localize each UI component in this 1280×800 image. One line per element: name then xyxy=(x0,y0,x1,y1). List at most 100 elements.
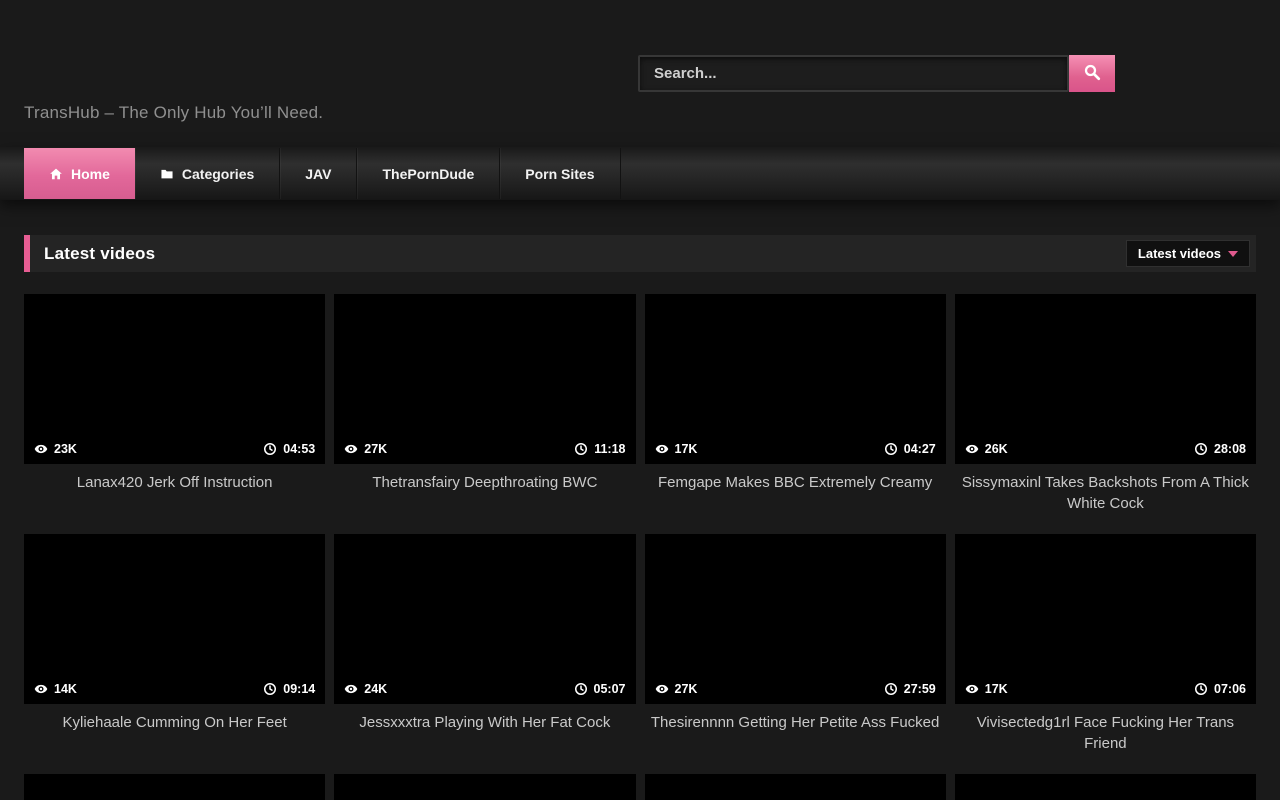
eye-icon xyxy=(344,442,358,456)
video-card[interactable]: 26K 28:08 Sissymaxinl Takes Backshots Fr… xyxy=(955,294,1256,520)
main-content: Latest videos Latest videos 23K xyxy=(0,235,1280,800)
views-group: 17K xyxy=(655,442,698,456)
search-button[interactable] xyxy=(1069,55,1115,92)
duration-group: 05:07 xyxy=(574,682,626,696)
video-meta-bar: 17K 07:06 xyxy=(955,674,1256,704)
duration-group: 07:06 xyxy=(1194,682,1246,696)
video-thumbnail[interactable] xyxy=(334,774,635,800)
video-title[interactable]: Femgape Makes BBC Extremely Creamy xyxy=(645,472,946,520)
video-thumbnail[interactable]: 14K 09:14 xyxy=(24,534,325,704)
video-card[interactable] xyxy=(334,774,635,800)
duration-group: 28:08 xyxy=(1194,442,1246,456)
nav-item-theporndude[interactable]: ThePornDude xyxy=(357,148,500,199)
video-card[interactable]: 17K 04:27 Femgape Makes BBC Extremely Cr… xyxy=(645,294,946,520)
video-thumbnail[interactable]: 23K 04:53 xyxy=(24,294,325,464)
duration-label: 28:08 xyxy=(1214,442,1246,456)
search-input[interactable] xyxy=(638,55,1069,92)
duration-label: 09:14 xyxy=(283,682,315,696)
nav-item-categories[interactable]: Categories xyxy=(135,148,280,199)
video-card[interactable] xyxy=(955,774,1256,800)
video-card[interactable] xyxy=(645,774,946,800)
video-title[interactable]: Vivisectedg1rl Face Fucking Her Trans Fr… xyxy=(955,712,1256,760)
clock-icon xyxy=(884,442,898,456)
section-header: Latest videos Latest videos xyxy=(24,235,1256,272)
eye-icon xyxy=(344,682,358,696)
eye-icon xyxy=(965,442,979,456)
clock-icon xyxy=(574,682,588,696)
nav-item-jav[interactable]: JAV xyxy=(280,148,357,199)
video-meta-bar: 23K 04:53 xyxy=(24,434,325,464)
video-card[interactable] xyxy=(24,774,325,800)
view-count: 24K xyxy=(364,682,387,696)
views-group: 24K xyxy=(344,682,387,696)
home-icon xyxy=(49,167,63,181)
search-icon xyxy=(1083,63,1101,84)
video-meta-bar: 26K 28:08 xyxy=(955,434,1256,464)
video-thumbnail[interactable] xyxy=(24,774,325,800)
views-group: 26K xyxy=(965,442,1008,456)
video-meta-bar: 14K 09:14 xyxy=(24,674,325,704)
duration-group: 04:27 xyxy=(884,442,936,456)
video-thumbnail[interactable]: 17K 07:06 xyxy=(955,534,1256,704)
video-title[interactable]: Kyliehaale Cumming On Her Feet xyxy=(24,712,325,760)
duration-label: 04:27 xyxy=(904,442,936,456)
duration-group: 11:18 xyxy=(574,442,625,456)
view-count: 17K xyxy=(985,682,1008,696)
views-group: 27K xyxy=(344,442,387,456)
nav-item-porn-sites[interactable]: Porn Sites xyxy=(500,148,620,199)
views-group: 14K xyxy=(34,682,77,696)
nav-list: Home Categories JAV ThePornDude Porn Sit… xyxy=(24,147,1280,200)
video-title[interactable]: Lanax420 Jerk Off Instruction xyxy=(24,472,325,520)
video-thumbnail[interactable]: 17K 04:27 xyxy=(645,294,946,464)
eye-icon xyxy=(965,682,979,696)
folder-icon xyxy=(160,167,174,181)
nav-item-home[interactable]: Home xyxy=(24,148,135,199)
duration-label: 11:18 xyxy=(594,442,625,456)
video-thumbnail[interactable]: 24K 05:07 xyxy=(334,534,635,704)
video-title[interactable]: Sissymaxinl Takes Backshots From A Thick… xyxy=(955,472,1256,520)
clock-icon xyxy=(1194,442,1208,456)
view-count: 26K xyxy=(985,442,1008,456)
video-title[interactable]: Thesirennnn Getting Her Petite Ass Fucke… xyxy=(645,712,946,760)
video-meta-bar: 27K 11:18 xyxy=(334,434,635,464)
video-grid: 23K 04:53 Lanax420 Jerk Off Instruction xyxy=(24,294,1256,800)
video-card[interactable]: 27K 27:59 Thesirennnn Getting Her Petite… xyxy=(645,534,946,760)
clock-icon xyxy=(263,442,277,456)
duration-label: 07:06 xyxy=(1214,682,1246,696)
video-thumbnail[interactable] xyxy=(645,774,946,800)
view-count: 17K xyxy=(675,442,698,456)
video-card[interactable]: 27K 11:18 Thetransfairy Deepthroating BW… xyxy=(334,294,635,520)
clock-icon xyxy=(263,682,277,696)
video-thumbnail[interactable]: 27K 27:59 xyxy=(645,534,946,704)
video-title[interactable]: Jessxxxtra Playing With Her Fat Cock xyxy=(334,712,635,760)
eye-icon xyxy=(34,682,48,696)
chevron-down-icon xyxy=(1228,251,1238,257)
video-card[interactable]: 17K 07:06 Vivisectedg1rl Face Fucking He… xyxy=(955,534,1256,760)
sort-dropdown[interactable]: Latest videos xyxy=(1126,240,1250,267)
eye-icon xyxy=(34,442,48,456)
video-thumbnail[interactable]: 27K 11:18 xyxy=(334,294,635,464)
video-card[interactable]: 23K 04:53 Lanax420 Jerk Off Instruction xyxy=(24,294,325,520)
clock-icon xyxy=(1194,682,1208,696)
duration-label: 05:07 xyxy=(594,682,626,696)
eye-icon xyxy=(655,442,669,456)
views-group: 27K xyxy=(655,682,698,696)
duration-group: 09:14 xyxy=(263,682,315,696)
video-card[interactable]: 24K 05:07 Jessxxxtra Playing With Her Fa… xyxy=(334,534,635,760)
video-thumbnail[interactable] xyxy=(955,774,1256,800)
video-meta-bar: 27K 27:59 xyxy=(645,674,946,704)
view-count: 23K xyxy=(54,442,77,456)
video-title[interactable]: Thetransfairy Deepthroating BWC xyxy=(334,472,635,520)
duration-label: 04:53 xyxy=(283,442,315,456)
site-tagline: TransHub – The Only Hub You’ll Need. xyxy=(24,103,323,123)
duration-label: 27:59 xyxy=(904,682,936,696)
eye-icon xyxy=(655,682,669,696)
view-count: 27K xyxy=(675,682,698,696)
video-meta-bar: 24K 05:07 xyxy=(334,674,635,704)
video-card[interactable]: 14K 09:14 Kyliehaale Cumming On Her Feet xyxy=(24,534,325,760)
sort-dropdown-label: Latest videos xyxy=(1138,246,1221,261)
duration-group: 04:53 xyxy=(263,442,315,456)
clock-icon xyxy=(574,442,588,456)
views-group: 17K xyxy=(965,682,1008,696)
video-thumbnail[interactable]: 26K 28:08 xyxy=(955,294,1256,464)
